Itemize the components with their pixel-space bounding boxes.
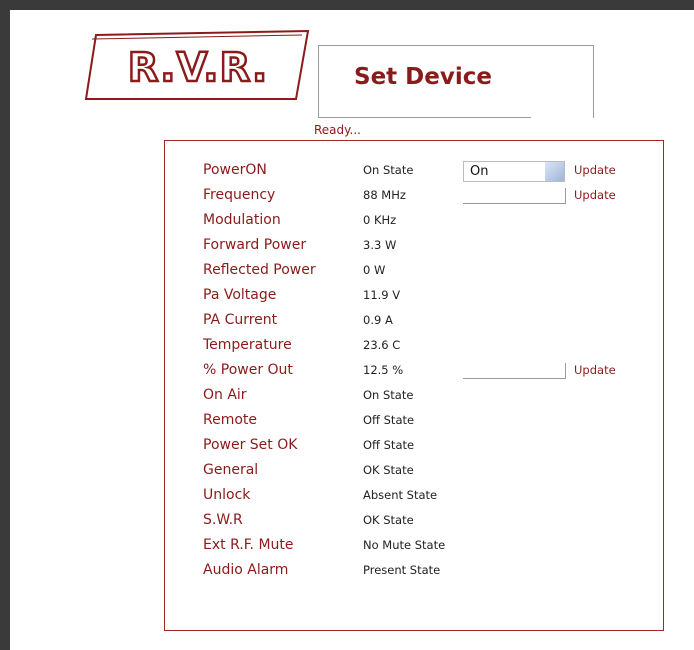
label-general: General bbox=[203, 462, 259, 478]
label-temperature: Temperature bbox=[203, 337, 292, 353]
value-pa-current: 0.9 A bbox=[363, 313, 393, 327]
label-ext-rf-mute: Ext R.F. Mute bbox=[203, 537, 294, 553]
rvr-logo: R.V.R. bbox=[84, 29, 310, 100]
update-power-out-button[interactable]: Update bbox=[574, 363, 616, 377]
label-swr: S.W.R bbox=[203, 512, 243, 528]
label-modulation: Modulation bbox=[203, 212, 281, 228]
value-pa-voltage: 11.9 V bbox=[363, 288, 401, 302]
poweron-select-value: On bbox=[470, 164, 489, 179]
value-power-out: 12.5 % bbox=[363, 363, 404, 377]
label-pa-voltage: Pa Voltage bbox=[203, 287, 277, 303]
label-power-out: % Power Out bbox=[203, 362, 293, 378]
label-poweron: PowerON bbox=[203, 162, 267, 178]
page-title: Set Device bbox=[354, 64, 492, 90]
value-general: OK State bbox=[363, 463, 414, 477]
label-remote: Remote bbox=[203, 412, 258, 428]
value-modulation: 0 KHz bbox=[363, 213, 397, 227]
value-audio-alarm: Present State bbox=[363, 563, 441, 577]
value-swr: OK State bbox=[363, 513, 414, 527]
update-frequency-button[interactable]: Update bbox=[574, 188, 616, 202]
value-frequency: 88 MHz bbox=[363, 188, 406, 202]
value-unlock: Absent State bbox=[363, 488, 438, 502]
label-pa-current: PA Current bbox=[203, 312, 278, 328]
value-forward-power: 3.3 W bbox=[363, 238, 397, 252]
label-frequency: Frequency bbox=[203, 187, 276, 203]
value-reflected-power: 0 W bbox=[363, 263, 386, 277]
status-text: Ready... bbox=[314, 123, 361, 137]
power-out-input[interactable] bbox=[463, 363, 566, 379]
value-power-set-ok: Off State bbox=[363, 438, 415, 452]
title-underline bbox=[319, 117, 531, 118]
value-remote: Off State bbox=[363, 413, 415, 427]
dropdown-arrow-icon[interactable] bbox=[545, 162, 564, 181]
label-reflected-power: Reflected Power bbox=[203, 262, 316, 278]
label-forward-power: Forward Power bbox=[203, 237, 307, 253]
value-temperature: 23.6 C bbox=[363, 338, 401, 352]
label-power-set-ok: Power Set OK bbox=[203, 437, 298, 453]
frequency-input[interactable] bbox=[463, 188, 566, 204]
value-poweron: On State bbox=[363, 163, 414, 177]
svg-text:R.V.R.: R.V.R. bbox=[128, 45, 268, 91]
poweron-select[interactable]: On bbox=[463, 161, 565, 182]
label-on-air: On Air bbox=[203, 387, 247, 403]
label-unlock: Unlock bbox=[203, 487, 251, 503]
value-on-air: On State bbox=[363, 388, 414, 402]
update-poweron-button[interactable]: Update bbox=[574, 163, 616, 177]
label-audio-alarm: Audio Alarm bbox=[203, 562, 289, 578]
value-ext-rf-mute: No Mute State bbox=[363, 538, 446, 552]
